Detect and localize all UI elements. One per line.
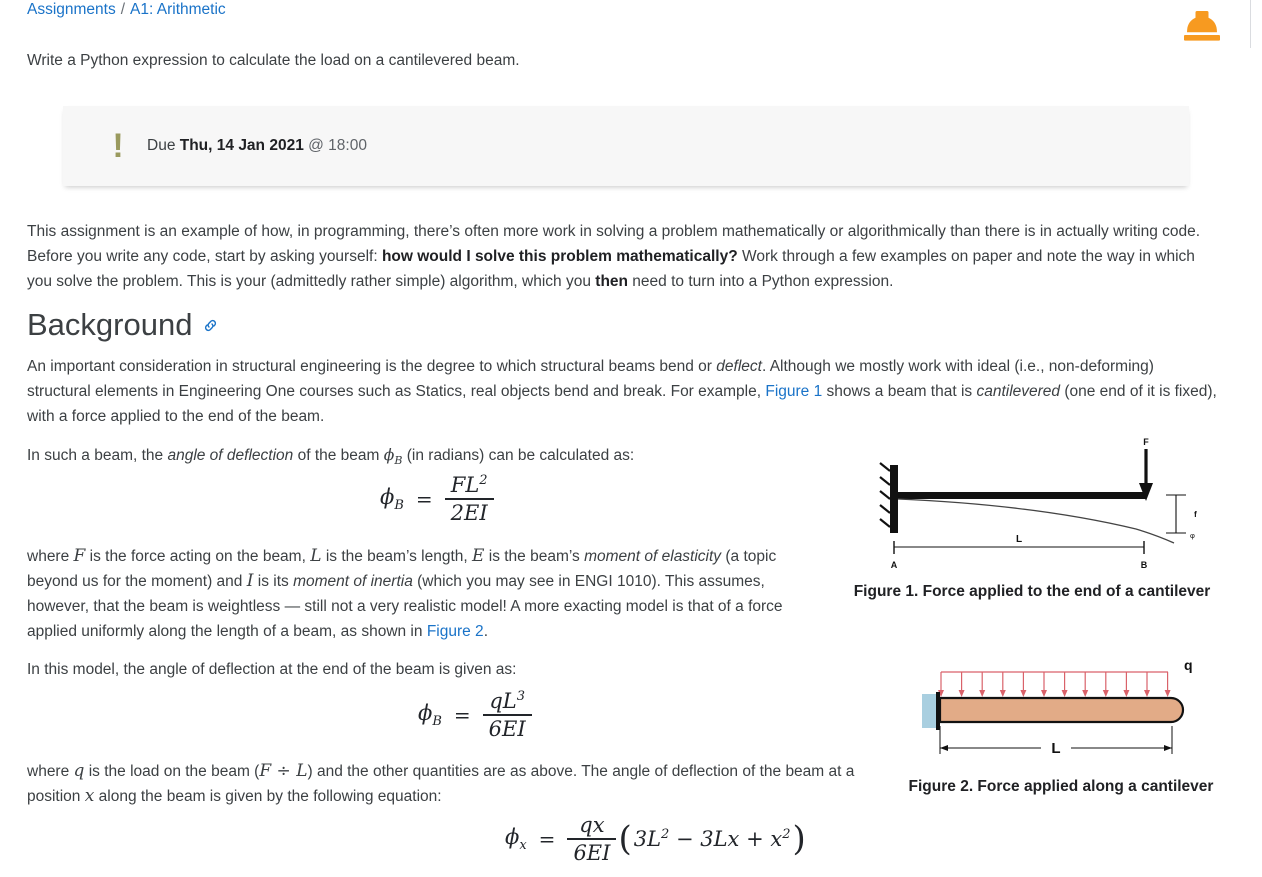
figure-2-diagram: q L: [922, 657, 1193, 757]
math-inline-q: q: [73, 761, 85, 781]
paragraph-where-q: where q is the load on the beam (F ÷ L) …: [27, 759, 905, 809]
paragraph-where-f: where F is the force acting on the beam,…: [27, 544, 827, 644]
math-inline-l: L: [310, 546, 322, 566]
figure-2-label-length: L: [1051, 740, 1060, 757]
text-run-italic: deflect: [716, 358, 762, 375]
text-run: is the force acting on the beam,: [85, 548, 311, 565]
equation-lhs: ϕB: [380, 484, 404, 513]
equation-phi-b-distributed-load: ϕB = qL3 6EI: [418, 688, 532, 742]
math-inline-f: F: [73, 546, 86, 566]
text-run: is its: [253, 573, 294, 590]
figure-1-label-b: B: [1141, 560, 1148, 570]
link-icon[interactable]: [202, 317, 219, 334]
figure-1-label-angle: φ: [1190, 531, 1195, 540]
denominator: 6EI: [573, 840, 611, 865]
heading-label: Background: [27, 307, 193, 342]
paragraph-in-such-a-beam: In such a beam, the angle of deflection …: [27, 446, 635, 468]
fraction: qx 6EI: [567, 812, 617, 866]
breadcrumb-item-assignments[interactable]: Assignments: [27, 1, 116, 18]
denominator: 6EI: [488, 716, 526, 741]
math-inline-e: E: [472, 546, 485, 566]
text-run: is the load on the beam (: [84, 763, 260, 780]
figure-2-label-load: q: [1184, 657, 1193, 673]
text-run: An important consideration in structural…: [27, 358, 717, 375]
text-run-bold: then: [595, 273, 628, 290]
polynomial-expression: 3L2 − 3Lx + x2: [633, 826, 791, 851]
due-date-text: Due Thu, 14 Jan 2021 @ 18:00: [147, 137, 367, 155]
text-run: need to turn into a Python expression.: [628, 273, 894, 290]
breadcrumb-item-a1-arithmetic[interactable]: A1: Arithmetic: [130, 1, 226, 18]
text-run-bold: how would I solve this problem mathemati…: [381, 248, 738, 265]
equals-sign: =: [453, 702, 471, 727]
text-run: shows a beam that is: [822, 383, 977, 400]
due-prefix: Due: [147, 137, 180, 154]
equation-lhs: ϕx: [505, 824, 527, 853]
assignment-page: Assignments / A1: Arithmetic Write a Pytho…: [0, 0, 1262, 877]
figure-1-link[interactable]: Figure 1: [765, 383, 822, 400]
exclamation-icon: !: [112, 127, 124, 165]
close-paren: ): [792, 818, 806, 859]
figure-1-label-force: F: [1143, 437, 1149, 447]
paragraph-in-this-model: In this model, the angle of deflection a…: [27, 661, 517, 678]
paragraph-background-intro: An important consideration in structural…: [27, 354, 1219, 429]
text-run: is the beam’s: [484, 548, 585, 565]
equals-sign: =: [538, 826, 556, 851]
fraction: FL2 2EI: [444, 472, 494, 526]
equals-sign: =: [415, 486, 433, 511]
text-run: where: [27, 763, 74, 780]
figure-2-link[interactable]: Figure 2: [427, 623, 484, 640]
text-run: where: [27, 548, 74, 565]
numerator: FL2: [450, 473, 488, 497]
figure-1-diagram: F f φ L A B: [879, 437, 1197, 570]
text-run: is the beam’s length,: [321, 548, 473, 565]
equation-lhs: ϕB: [418, 700, 442, 729]
figure-1: F f φ L A B Figure 1. Force applied to t…: [836, 437, 1228, 602]
math-inline-x: x: [84, 786, 95, 806]
fraction: qL3 6EI: [482, 688, 532, 742]
text-run: along the beam is given by the following…: [94, 788, 442, 805]
equation-phi-x: ϕx = qx 6EI ( 3L2 − 3Lx + x2 ): [505, 812, 808, 866]
open-paren: (: [618, 818, 632, 859]
due-time-value: @ 18:00: [303, 137, 367, 154]
text-run: In such a beam, the: [27, 447, 168, 464]
page-title-background: Background: [27, 305, 219, 345]
due-date-callout: ! Due Thu, 14 Jan 2021 @ 18:00: [63, 106, 1189, 186]
math-inline-f-div-l: F ÷ L: [259, 761, 308, 781]
breadcrumb-separator: /: [120, 1, 126, 18]
figure-1-label-deflection: f: [1194, 509, 1197, 519]
text-run-italic: angle of deflection: [167, 447, 294, 464]
figure-1-label-a: A: [891, 560, 898, 570]
numerator: qL3: [489, 689, 525, 713]
assignment-summary: Write a Python expression to calculate t…: [27, 52, 520, 69]
text-run: of the beam: [293, 447, 384, 464]
text-run-italic: cantilevered: [976, 383, 1061, 400]
figure-1-label-length: L: [1016, 534, 1022, 545]
denominator: 2EI: [450, 500, 488, 525]
paragraph-assignment-intro: This assignment is an example of how, in…: [27, 219, 1219, 294]
text-run: (in radians) can be calculated as:: [402, 447, 635, 464]
numerator: qx: [579, 813, 605, 837]
due-date-value: Thu, 14 Jan 2021: [179, 137, 304, 154]
figure-2-caption: Figure 2. Force applied along a cantilev…: [908, 778, 1214, 795]
text-run-italic: moment of inertia: [293, 573, 413, 590]
equation-phi-b-point-force: ϕB = FL2 2EI: [380, 472, 494, 526]
hard-hat-icon[interactable]: [1174, 6, 1230, 46]
figure-2: q L Figure 2. Force applied along a cant…: [896, 650, 1226, 797]
header-divider: [1250, 0, 1251, 48]
figure-1-caption: Figure 1. Force applied to the end of a …: [853, 583, 1211, 600]
text-run-italic: moment of elasticity: [584, 548, 722, 565]
text-run: .: [483, 623, 488, 640]
breadcrumb: Assignments / A1: Arithmetic: [27, 0, 226, 20]
